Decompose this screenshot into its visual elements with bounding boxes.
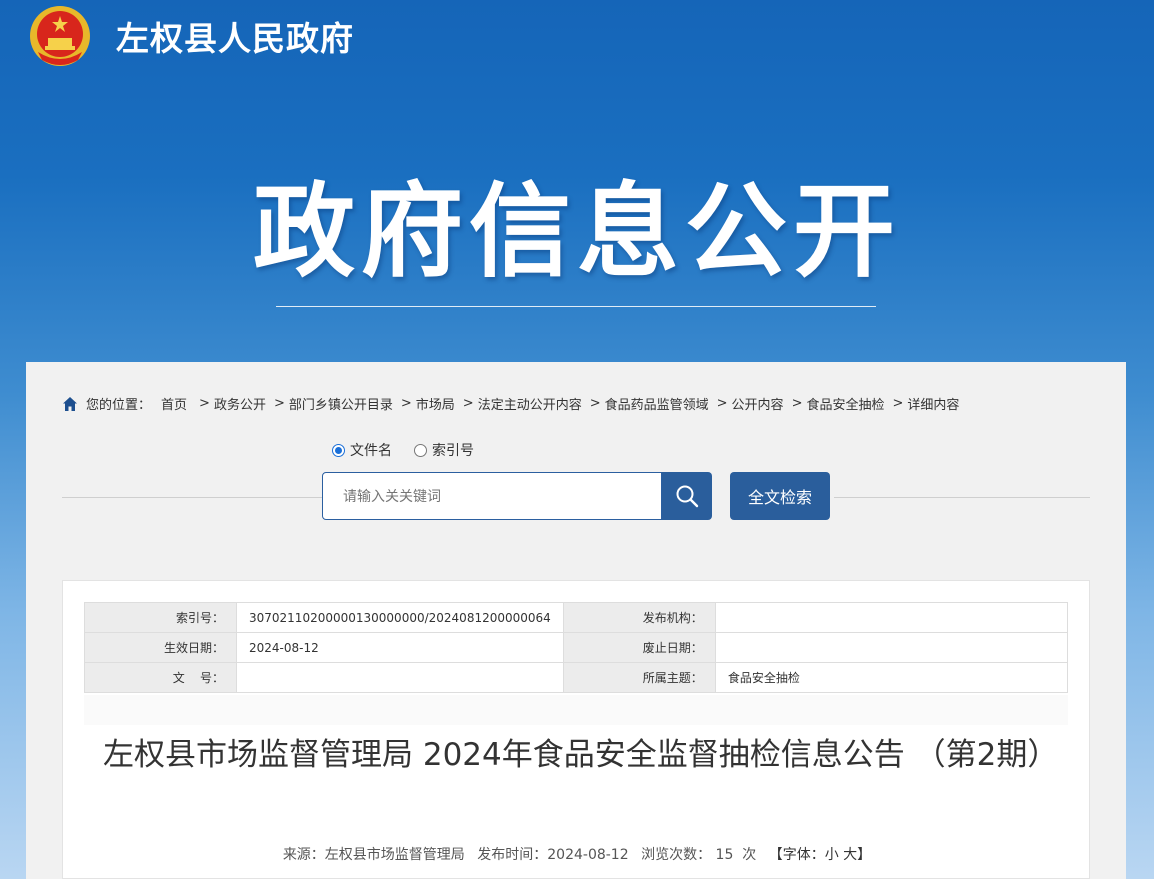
document-content: 索引号： 30702110200000130000000/20240812000… [62,580,1090,879]
effective-date-value: 2024-08-12 [236,632,564,663]
metadata-table: 索引号： 30702110200000130000000/20240812000… [84,602,1069,693]
breadcrumb-item-gov-affairs[interactable]: 政务公开 [214,394,266,413]
effective-date-label: 生效日期： [84,632,237,663]
radio-index-number[interactable]: 索引号 [414,440,474,460]
publisher-label: 发布机构： [562,602,716,633]
document-views: 浏览次数： 15 次 [641,847,757,863]
search-input[interactable] [322,472,662,520]
site-title[interactable]: 左权县人民政府 [116,12,354,60]
radio-index-indicator[interactable] [414,443,427,457]
table-row: 索引号： 30702110200000130000000/20240812000… [84,602,1069,633]
search-button[interactable] [662,472,712,520]
breadcrumb-prefix: 您的位置： [86,398,152,413]
breadcrumb-item-food-drug[interactable]: 食品药品监管领域 [605,394,709,413]
breadcrumb-separator: > [791,396,803,411]
breadcrumb-separator: > [589,396,601,411]
breadcrumb-item-detail: 详细内容 [907,398,960,413]
search-icon [676,485,699,508]
national-emblem-icon [28,4,92,68]
doc-number-value [236,662,564,693]
radio-index-label: 索引号 [432,443,474,459]
breadcrumb-separator: > [716,396,728,411]
expire-date-label: 废止日期： [562,632,716,663]
metadata-spacer [84,695,1068,725]
breadcrumb: 您的位置： 首页 > 政务公开 > 部门乡镇公开目录 > 市场局 > 法定主动公… [62,394,963,413]
topic-value: 食品安全抽检 [714,662,1069,693]
home-icon [63,396,77,411]
breadcrumb-separator: > [400,396,412,411]
search-type-radios: 文件名 索引号 [332,440,496,460]
breadcrumb-separator: > [199,396,210,411]
main-panel: 您的位置： 首页 > 政务公开 > 部门乡镇公开目录 > 市场局 > 法定主动公… [26,362,1126,879]
index-value: 30702110200000130000000/2024081200000064 [236,602,564,633]
fulltext-search-button[interactable]: 全文检索 [730,472,830,520]
document-info: 来源：左权县市场监督管理局 发布时间：2024-08-12 浏览次数： 15 次… [63,844,1091,864]
search-divider-left [62,497,322,498]
breadcrumb-item-public-content[interactable]: 公开内容 [732,394,784,413]
document-publish-time: 发布时间：2024-08-12 [477,847,629,863]
doc-number-label: 文 号： [84,662,237,693]
radio-filename-indicator[interactable] [332,443,345,457]
hero-divider [276,306,876,307]
breadcrumb-item-food-sampling[interactable]: 食品安全抽检 [806,394,884,413]
breadcrumb-item-market-bureau[interactable]: 市场局 [416,394,455,413]
font-size-control[interactable]: 【字体：小 大】 [769,847,871,863]
breadcrumb-separator: > [273,396,285,411]
breadcrumb-separator: > [892,396,904,411]
topic-label: 所属主题： [562,662,716,693]
radio-filename[interactable]: 文件名 [332,440,392,460]
breadcrumb-separator: > [462,396,474,411]
index-label: 索引号： [84,602,237,633]
publisher-value [714,602,1069,633]
breadcrumb-item-dept-directory[interactable]: 部门乡镇公开目录 [289,394,393,413]
table-row: 文 号： 所属主题： 食品安全抽检 [84,662,1069,693]
hero-title: 政府信息公开 [253,173,901,292]
breadcrumb-item-statutory[interactable]: 法定主动公开内容 [478,394,582,413]
table-row: 生效日期： 2024-08-12 废止日期： [84,632,1069,663]
search-divider-right [834,497,1090,498]
radio-filename-label: 文件名 [350,443,392,459]
breadcrumb-item-home[interactable]: 首页 [161,394,187,413]
document-source: 来源：左权县市场监督管理局 [282,847,465,863]
expire-date-value [714,632,1069,663]
document-title: 左权县市场监督管理局 2024年食品安全监督抽检信息公告 （第2期） [103,737,1059,773]
